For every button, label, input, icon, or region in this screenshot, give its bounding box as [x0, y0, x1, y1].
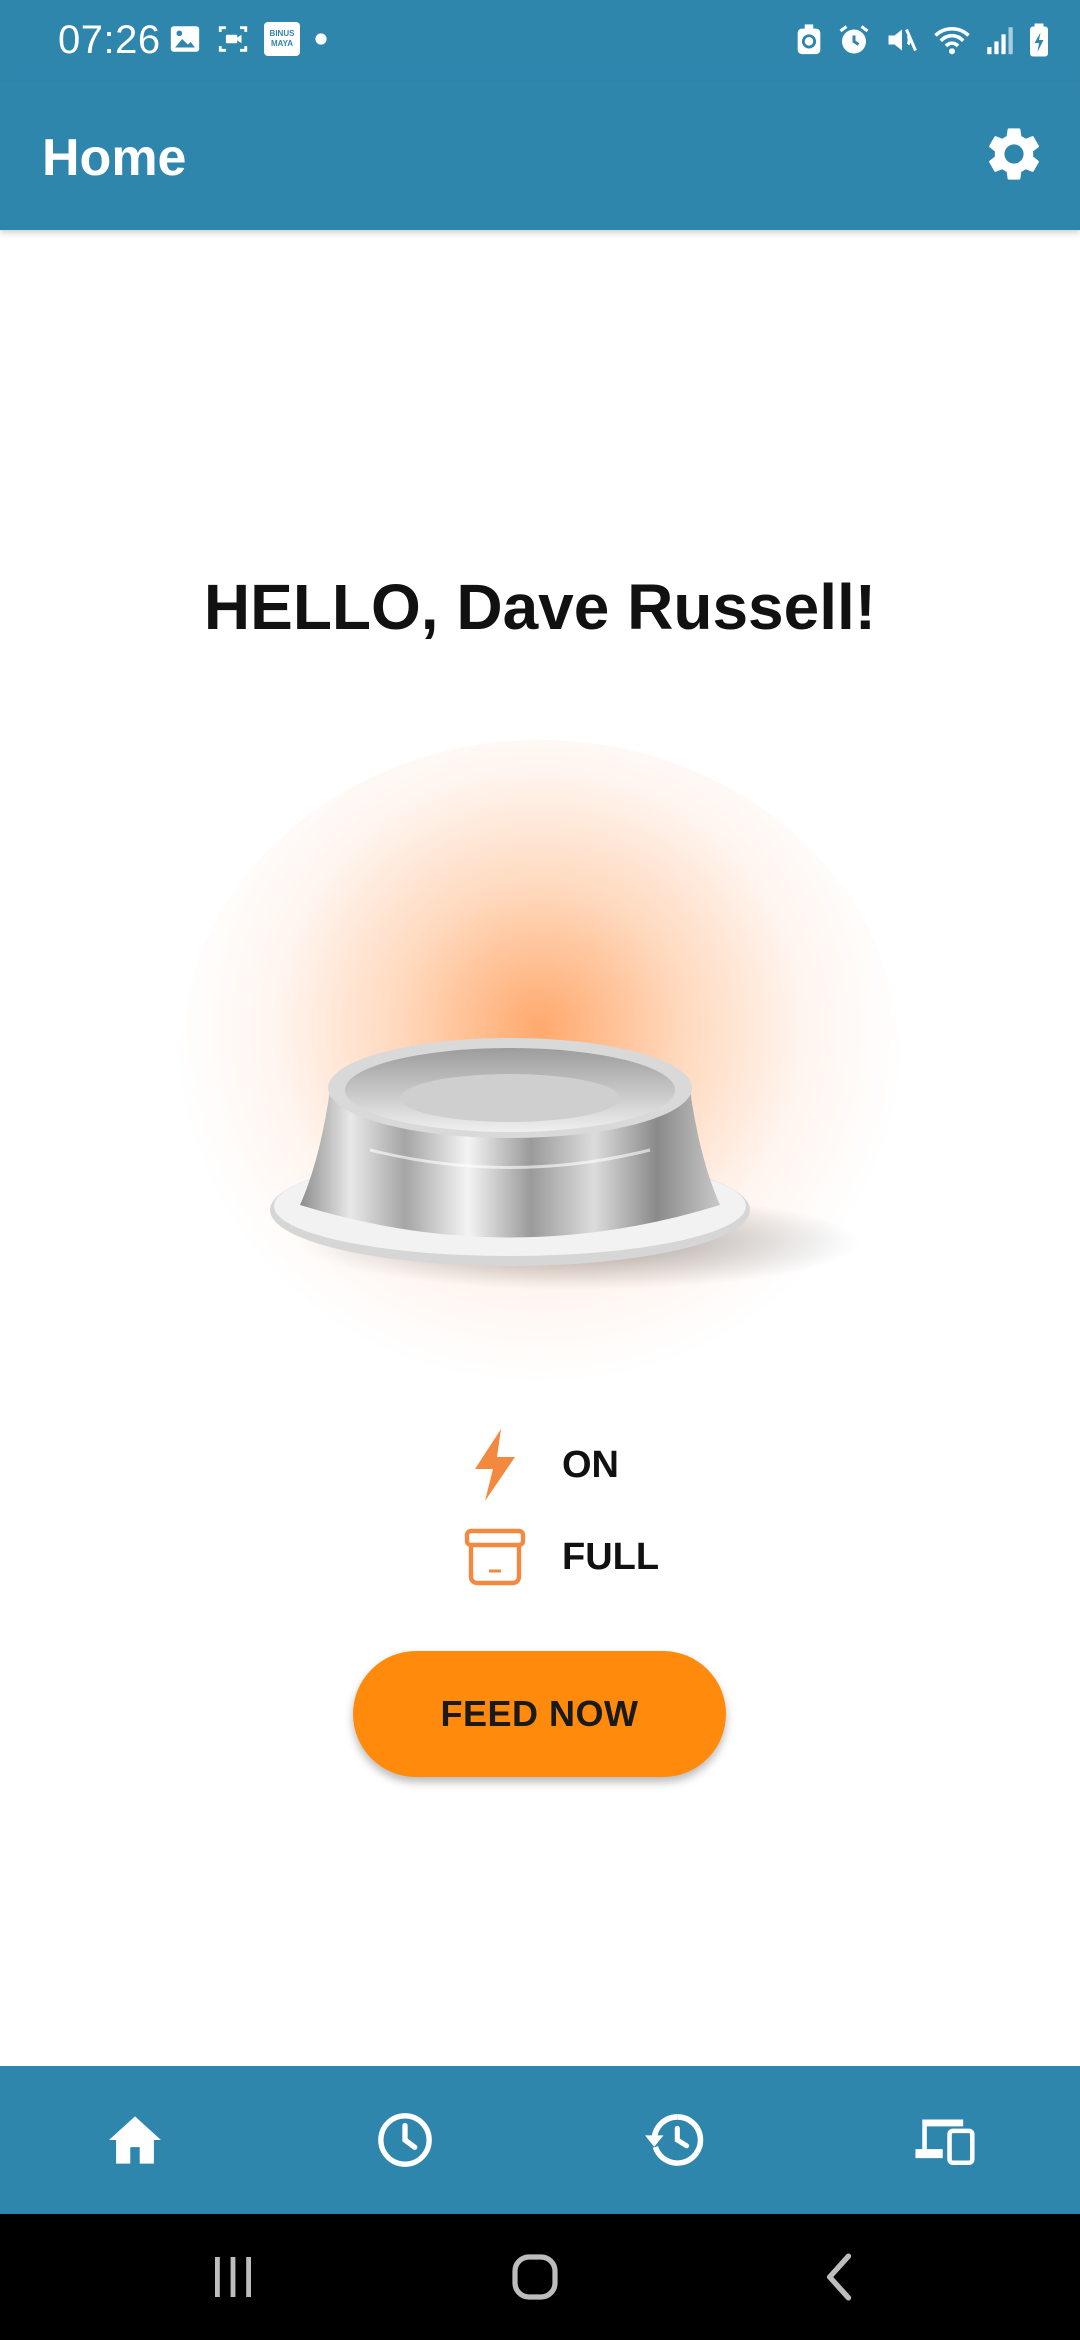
- home-system-icon: [512, 2254, 558, 2300]
- binus-maya-icon: BINUS MAYA: [264, 22, 300, 56]
- signal-icon: [987, 27, 1013, 55]
- power-status: ON: [460, 1429, 619, 1501]
- status-right-icons: [794, 22, 1050, 58]
- recent-apps-icon: [215, 2257, 251, 2297]
- status-time: 07:26: [58, 18, 161, 62]
- container-box-icon: [464, 1528, 526, 1586]
- status-left-icons: BINUS MAYA: [168, 22, 328, 56]
- back-icon: [826, 2253, 852, 2301]
- stainless-bowl-image: [270, 1038, 860, 1290]
- clock-icon: [378, 2113, 432, 2167]
- devices-icon: [915, 2119, 975, 2165]
- settings-button[interactable]: [982, 122, 1046, 186]
- recycle-icon: [797, 24, 821, 55]
- food-status-label: FULL: [562, 1535, 660, 1578]
- gear-icon: [989, 128, 1039, 180]
- nav-history[interactable]: [540, 2066, 810, 2214]
- dot-icon: [315, 33, 327, 45]
- power-status-icon-wrap: [460, 1429, 530, 1501]
- screen-record-icon: [218, 26, 248, 52]
- power-status-label: ON: [562, 1443, 619, 1486]
- feed-now-button[interactable]: FEED NOW: [353, 1651, 726, 1777]
- lightning-bolt-icon: [475, 1429, 515, 1501]
- bottom-navigation: [0, 2066, 1080, 2214]
- status-bar: 07:26 BINUS MAYA: [0, 0, 1080, 82]
- nav-schedule[interactable]: [270, 2066, 540, 2214]
- nav-home[interactable]: [0, 2066, 270, 2214]
- history-icon: [645, 2114, 704, 2166]
- wifi-icon: [934, 26, 970, 55]
- battery-charging-icon: [1030, 23, 1048, 57]
- greeting-text: HELLO, Dave Russell!: [203, 571, 877, 643]
- image-icon: [170, 26, 200, 52]
- page-title: Home: [42, 129, 187, 187]
- system-navigation-bar: [0, 2214, 1080, 2340]
- back-button[interactable]: [658, 2214, 1018, 2340]
- app-bar: Home: [0, 82, 1080, 230]
- home-icon: [109, 2116, 161, 2164]
- binus-maya-label: BINUS MAYA: [269, 29, 295, 48]
- food-status: FULL: [460, 1522, 659, 1592]
- nav-devices[interactable]: [810, 2066, 1080, 2214]
- mute-icon: [888, 28, 917, 52]
- alarm-icon: [839, 25, 869, 54]
- food-status-icon-wrap: [460, 1522, 530, 1592]
